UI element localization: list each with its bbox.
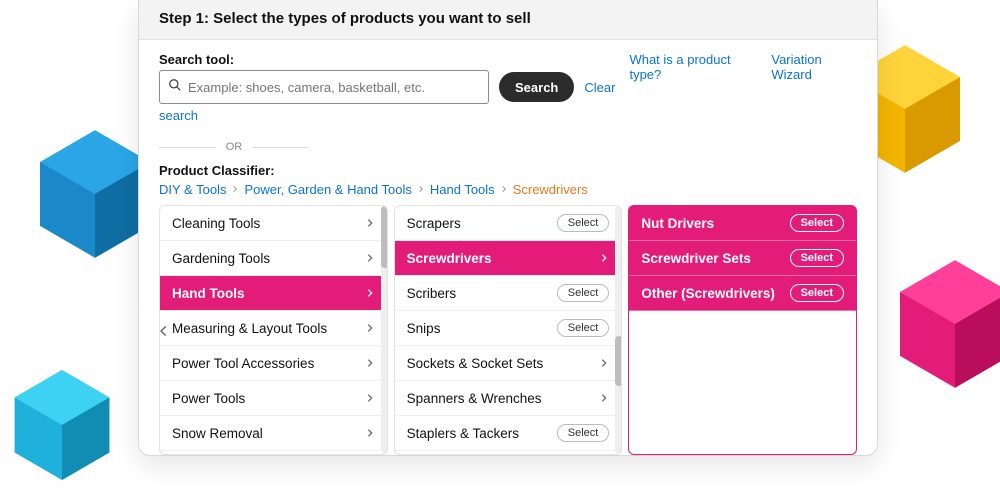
col1-item[interactable]: Power Tools <box>160 381 387 416</box>
col1-item[interactable]: Cleaning Tools <box>160 206 387 241</box>
column-2: Scrapers Select Screwdrivers Scribers Select… <box>394 205 623 455</box>
item-label: Scribers <box>407 286 457 301</box>
classifier-columns: Cleaning Tools Gardening Tools Hand Tools M… <box>159 205 857 455</box>
col2-item[interactable]: Staplers & Tackers Select <box>395 416 622 451</box>
col1-item[interactable]: Gardening Tools <box>160 241 387 276</box>
breadcrumb: DIY & Tools Power, Garden & Hand Tools Han… <box>159 182 857 197</box>
item-label: Screwdriver Sets <box>641 251 751 266</box>
col3-item[interactable]: Nut Drivers Select <box>629 206 856 241</box>
item-label: Measuring & Layout Tools <box>172 321 327 336</box>
item-label: Snips <box>407 321 441 336</box>
search-input-wrap[interactable] <box>159 70 489 104</box>
column-1: Cleaning Tools Gardening Tools Hand Tools M… <box>159 205 388 455</box>
select-button[interactable]: Select <box>790 249 844 267</box>
classifier-label: Product Classifier: <box>159 163 857 178</box>
col2-item[interactable]: Spanners & Wrenches <box>395 381 622 416</box>
item-label: Screwdrivers <box>407 251 492 266</box>
chevron-right-icon <box>365 391 375 405</box>
item-label: Sockets & Socket Sets <box>407 356 544 371</box>
chevron-right-icon <box>599 391 609 405</box>
item-label: Cleaning Tools <box>172 216 260 231</box>
clear-link[interactable]: Clear <box>584 80 615 95</box>
breadcrumb-item[interactable]: Power, Garden & Hand Tools <box>244 182 411 197</box>
search-label: Search tool: <box>159 52 615 67</box>
item-label: Hand Tools <box>172 286 245 301</box>
item-label: Nut Drivers <box>641 216 714 231</box>
breadcrumb-item: Screwdrivers <box>513 182 588 197</box>
col1-item[interactable]: Measuring & Layout Tools <box>160 311 387 346</box>
main-panel: Step 1: Select the types of products you… <box>138 0 878 456</box>
scrollbar[interactable] <box>381 206 388 454</box>
col1-item[interactable]: Snow Removal <box>160 416 387 451</box>
scroll-left-button[interactable] <box>153 311 175 351</box>
decor-cube-blue <box>40 130 150 258</box>
chevron-right-icon <box>365 356 375 370</box>
col2-item[interactable]: Snips Select <box>395 311 622 346</box>
select-button[interactable]: Select <box>557 319 610 337</box>
item-label: Power Tool Accessories <box>172 356 314 371</box>
chevron-right-icon <box>365 426 375 440</box>
empty-space <box>629 311 856 454</box>
scrollbar[interactable] <box>615 206 622 454</box>
decor-cube-cyan <box>14 370 110 480</box>
what-is-product-type-link[interactable]: What is a product type? <box>629 52 753 82</box>
item-label: Snow Removal <box>172 426 263 441</box>
search-icon <box>168 78 182 97</box>
panel-header: Step 1: Select the types of products you… <box>139 0 877 40</box>
chevron-right-icon <box>599 251 609 265</box>
chevron-right-icon <box>365 286 375 300</box>
col2-item[interactable]: Screwdrivers <box>395 241 622 276</box>
select-button[interactable]: Select <box>557 284 610 302</box>
col2-item[interactable]: Scribers Select <box>395 276 622 311</box>
item-label: Power Tools <box>172 391 245 406</box>
chevron-right-icon <box>365 216 375 230</box>
col2-item[interactable]: Sockets & Socket Sets <box>395 346 622 381</box>
column-3: Nut DriversSelectScrewdriver SetsSelectO… <box>628 205 857 455</box>
select-button[interactable]: Select <box>557 424 610 442</box>
item-label: Gardening Tools <box>172 251 270 266</box>
chevron-right-icon <box>365 251 375 265</box>
col3-item[interactable]: Screwdriver Sets Select <box>629 241 856 276</box>
item-label: Staplers & Tackers <box>407 426 519 441</box>
col1-item[interactable]: Hand Tools <box>160 276 387 311</box>
select-button[interactable]: Select <box>790 284 844 302</box>
col2-item[interactable]: Scrapers Select <box>395 206 622 241</box>
chevron-right-icon <box>414 182 428 197</box>
search-below-link[interactable]: search <box>159 108 615 123</box>
or-divider: OR <box>159 141 309 153</box>
chevron-right-icon <box>497 182 511 197</box>
col1-item[interactable]: Power Tool Accessories <box>160 346 387 381</box>
chevron-right-icon <box>365 321 375 335</box>
item-label: Scrapers <box>407 216 461 231</box>
breadcrumb-item[interactable]: Hand Tools <box>430 182 495 197</box>
col3-item[interactable]: Other (Screwdrivers) Select <box>629 276 856 311</box>
chevron-right-icon <box>228 182 242 197</box>
decor-cube-pink <box>900 260 1000 388</box>
item-label: Other (Screwdrivers) <box>641 286 775 301</box>
select-button[interactable]: Select <box>557 214 610 232</box>
chevron-right-icon <box>599 356 609 370</box>
page-title: Step 1: Select the types of products you… <box>159 10 531 27</box>
item-label: Spanners & Wrenches <box>407 391 542 406</box>
select-button[interactable]: Select <box>790 214 844 232</box>
breadcrumb-item[interactable]: DIY & Tools <box>159 182 226 197</box>
search-button[interactable]: Search <box>499 72 574 102</box>
col1-item[interactable]: Tool Organisers <box>160 451 387 455</box>
search-input[interactable] <box>182 80 480 95</box>
variation-wizard-link[interactable]: Variation Wizard <box>771 52 857 82</box>
